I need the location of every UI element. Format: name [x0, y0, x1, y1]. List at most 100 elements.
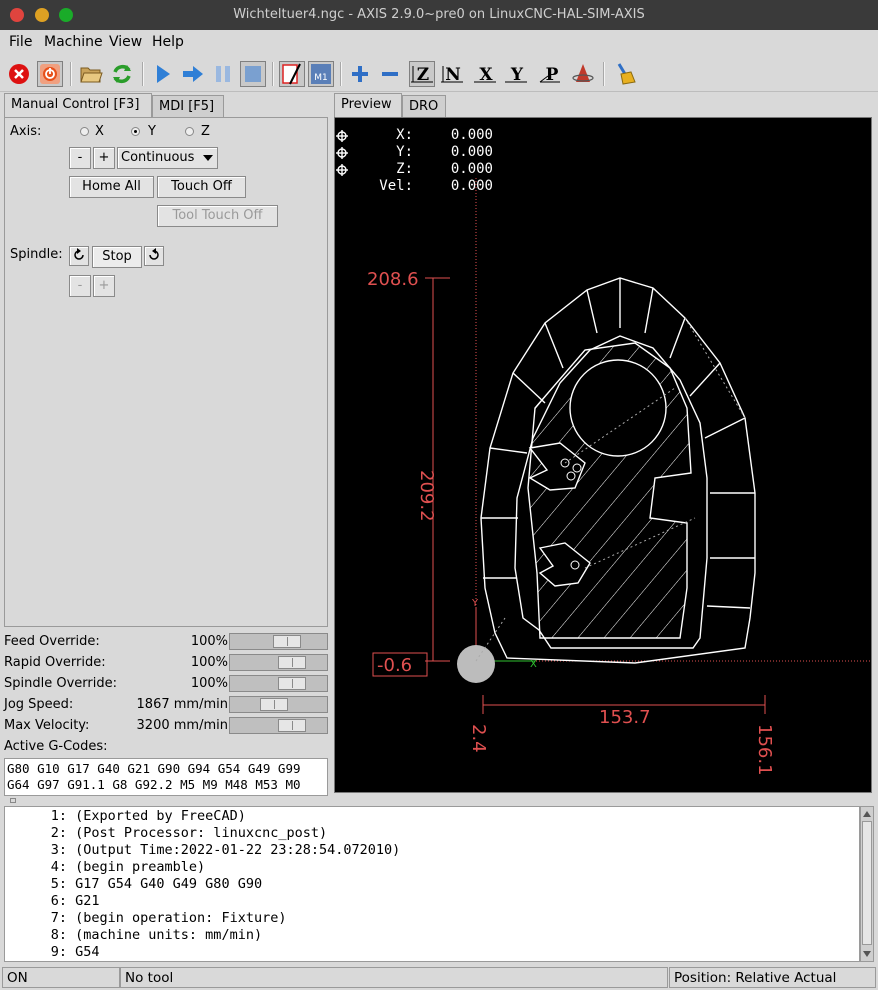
- view-rotated-z-button[interactable]: N: [439, 61, 465, 87]
- code-line[interactable]: 7: (begin operation: Fixture): [5, 910, 859, 927]
- tab-preview[interactable]: Preview: [334, 93, 402, 117]
- spindle-override-slider[interactable]: [229, 675, 328, 692]
- jog-mode-select[interactable]: Continuous: [117, 147, 218, 169]
- run-button[interactable]: [150, 61, 176, 87]
- svg-text:X: X: [479, 65, 493, 85]
- reload-button[interactable]: [109, 61, 135, 87]
- block-delete-icon: [282, 63, 301, 85]
- view-perspective-button[interactable]: P: [537, 61, 563, 87]
- code-line[interactable]: 6: G21: [5, 893, 859, 910]
- scrollbar-thumb[interactable]: [862, 821, 872, 945]
- zoom-in-icon: [352, 66, 368, 82]
- dro-value: 0.000: [450, 161, 493, 177]
- zoom-in-button[interactable]: [347, 61, 373, 87]
- zoom-out-icon: [382, 72, 398, 76]
- svg-text:N: N: [445, 65, 461, 85]
- dim-top-label: 208.6: [367, 269, 419, 290]
- tool-touch-off-button[interactable]: Tool Touch Off: [157, 205, 278, 227]
- view-x-button[interactable]: X: [472, 61, 498, 87]
- axis-x-radio[interactable]: [80, 127, 89, 136]
- svg-text:Z: Z: [417, 65, 429, 85]
- view-z-button[interactable]: Z: [409, 61, 435, 87]
- axis-y-label[interactable]: Y: [148, 124, 156, 139]
- toolbar-separator: [70, 62, 72, 86]
- rapid-override-thumb[interactable]: [278, 656, 306, 669]
- axis-y-radio[interactable]: [131, 127, 140, 136]
- code-line[interactable]: 1: (Exported by FreeCAD): [5, 808, 859, 825]
- menu-help[interactable]: Help: [152, 34, 184, 50]
- active-gcodes-box[interactable]: G80 G10 G17 G40 G21 G90 G94 G54 G49 G99 G…: [4, 758, 328, 796]
- tab-manual-control[interactable]: Manual Control [F3]: [4, 93, 152, 117]
- menu-view[interactable]: View: [109, 34, 142, 50]
- rapid-override-label: Rapid Override:: [4, 655, 106, 670]
- spindle-override-label: Spindle Override:: [4, 676, 117, 691]
- spindle-plus-button[interactable]: +: [93, 275, 115, 297]
- stop-program-icon: [245, 66, 261, 82]
- touch-off-button[interactable]: Touch Off: [157, 176, 246, 198]
- jog-speed-thumb[interactable]: [260, 698, 288, 711]
- dim-xmin-label: 2.4: [468, 724, 489, 753]
- max-velocity-thumb[interactable]: [278, 719, 306, 732]
- code-line[interactable]: 5: G17 G54 G40 G49 G80 G90: [5, 876, 859, 893]
- toggle-rotation-icon: [572, 64, 594, 82]
- gcode-scrollbar[interactable]: [860, 806, 874, 962]
- jog-plus-button[interactable]: +: [93, 147, 115, 169]
- gcode-listing[interactable]: 1: (Exported by FreeCAD) 2: (Post Proces…: [4, 806, 860, 962]
- dim-ymin-label: -0.6: [377, 655, 412, 676]
- code-line[interactable]: 2: (Post Processor: linuxcnc_post): [5, 825, 859, 842]
- spindle-stop-button[interactable]: Stop: [92, 246, 142, 268]
- tab-dro[interactable]: DRO: [402, 95, 446, 117]
- stop-program-button[interactable]: [240, 61, 266, 87]
- dim-height-label: 209.2: [416, 470, 437, 522]
- block-delete-button[interactable]: [279, 61, 305, 87]
- spindle-cw-button[interactable]: [144, 246, 164, 266]
- jog-minus-button[interactable]: -: [69, 147, 91, 169]
- pause-button[interactable]: [210, 61, 236, 87]
- machine-power-button[interactable]: [37, 61, 63, 87]
- toggle-rotation-button[interactable]: [570, 61, 596, 87]
- axis-x-label[interactable]: X: [95, 124, 104, 139]
- spindle-override-thumb[interactable]: [278, 677, 306, 690]
- estop-button[interactable]: [6, 61, 32, 87]
- axis-z-label[interactable]: Z: [201, 124, 210, 139]
- dro-row-vel: Vel: 0.000: [375, 178, 493, 194]
- machine-power-icon: [40, 64, 60, 84]
- dim-xmax-label: 156.1: [754, 724, 775, 776]
- tab-mdi[interactable]: MDI [F5]: [152, 95, 224, 117]
- open-file-button[interactable]: [78, 61, 104, 87]
- pause-icon: [216, 66, 230, 82]
- active-gcodes-line: G64 G97 G91.1 G8 G92.2 M5 M9 M48 M53 M0: [7, 777, 301, 792]
- spindle-minus-button[interactable]: -: [69, 275, 91, 297]
- home-all-button[interactable]: Home All: [69, 176, 154, 198]
- pane-splitter-handle[interactable]: [10, 798, 16, 803]
- spindle-ccw-button[interactable]: [69, 246, 89, 266]
- optional-stop-icon: M1: [311, 64, 331, 84]
- zoom-out-button[interactable]: [377, 61, 403, 87]
- menu-file[interactable]: File: [9, 34, 32, 50]
- jog-speed-slider[interactable]: [229, 696, 328, 713]
- jog-speed-value: 1867 mm/min: [136, 697, 228, 712]
- jog-mode-value: Continuous: [121, 150, 195, 165]
- toolbar-separator: [272, 62, 274, 86]
- rapid-override-slider[interactable]: [229, 654, 328, 671]
- max-velocity-label: Max Velocity:: [4, 718, 90, 733]
- code-line[interactable]: 4: (begin preamble): [5, 859, 859, 876]
- clear-plot-button[interactable]: [612, 61, 638, 87]
- view-x-icon: X: [474, 65, 496, 85]
- step-button[interactable]: [180, 61, 206, 87]
- feed-override-thumb[interactable]: [273, 635, 301, 648]
- code-line[interactable]: 8: (machine units: mm/min): [5, 927, 859, 944]
- optional-stop-button[interactable]: M1: [308, 61, 334, 87]
- feed-override-label: Feed Override:: [4, 634, 100, 649]
- menu-machine[interactable]: Machine: [44, 34, 103, 50]
- feed-override-slider[interactable]: [229, 633, 328, 650]
- view-y-button[interactable]: Y: [503, 61, 529, 87]
- limit-markers: [336, 130, 348, 176]
- dro-row-x: X: 0.000: [375, 127, 493, 143]
- preview-canvas[interactable]: X Y 208.6 209.2 -0.6 153.7 2.4 156.1 X: …: [334, 117, 872, 793]
- clear-plot-icon: [617, 63, 636, 85]
- axis-z-radio[interactable]: [185, 127, 194, 136]
- code-line[interactable]: 3: (Output Time:2022-01-22 23:28:54.0720…: [5, 842, 859, 859]
- code-line[interactable]: 9: G54: [5, 944, 859, 961]
- max-velocity-slider[interactable]: [229, 717, 328, 734]
